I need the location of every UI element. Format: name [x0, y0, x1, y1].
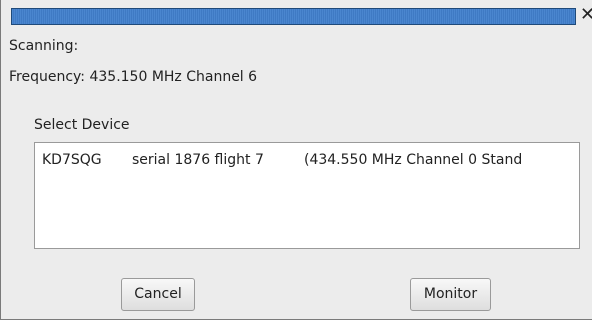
device-detail: (434.550 MHz Channel 0 Stand [304, 152, 523, 168]
cancel-button[interactable]: Cancel [121, 278, 195, 311]
scan-progress-bar [11, 8, 576, 25]
monitor-button[interactable]: Monitor [410, 278, 491, 311]
select-device-label: Select Device [34, 117, 130, 133]
scan-progress-fill [12, 9, 575, 24]
frequency-status: Frequency: 435.150 MHz Channel 6 [9, 69, 258, 85]
device-serial-flight: serial 1876 flight 7 [132, 152, 264, 168]
device-list[interactable]: KD7SQG serial 1876 flight 7 (434.550 MHz C… [34, 142, 580, 249]
device-callsign: KD7SQG [42, 152, 102, 168]
scanning-label: Scanning: [9, 38, 79, 54]
list-item[interactable]: KD7SQG serial 1876 flight 7 (434.550 MHz C… [42, 152, 522, 168]
close-icon[interactable]: ✕ [580, 5, 592, 25]
